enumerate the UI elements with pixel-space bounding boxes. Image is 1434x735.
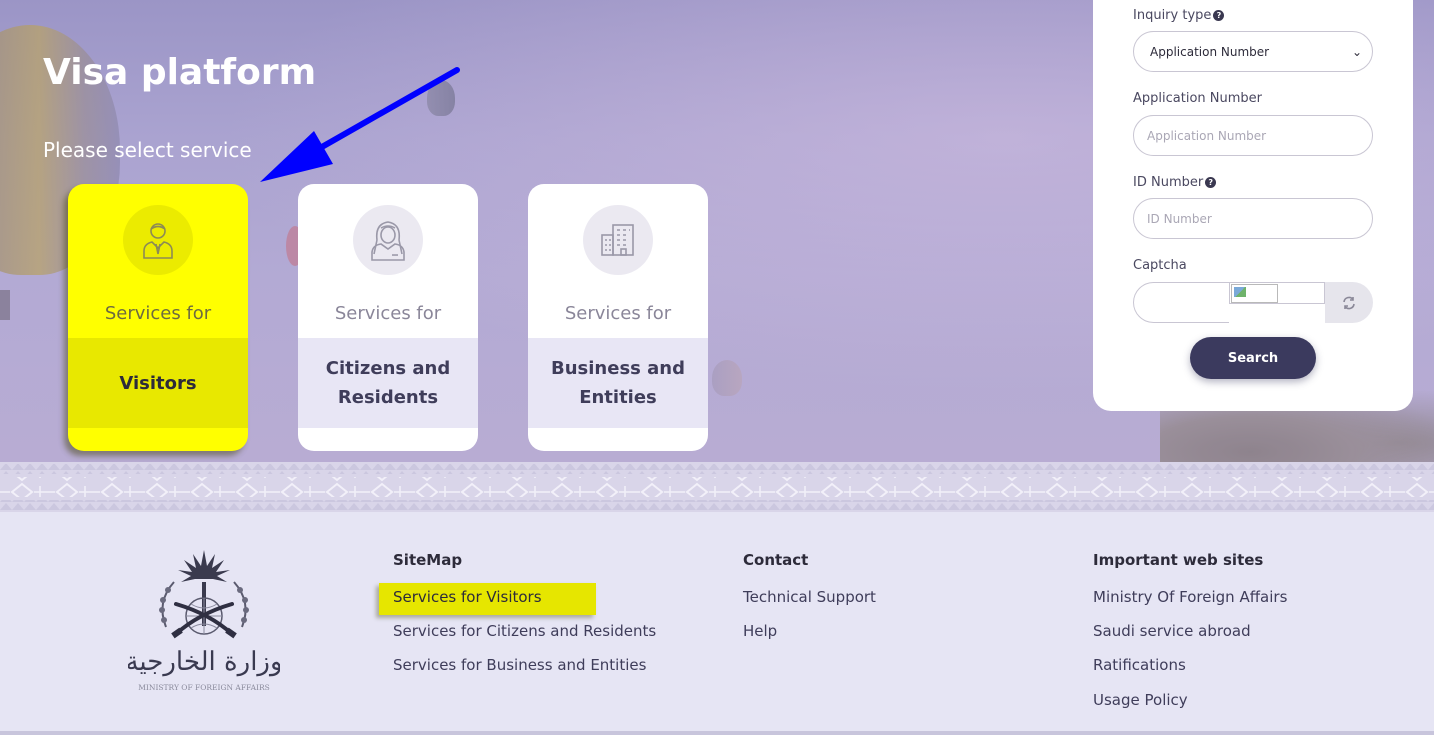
service-card-name: Citizens and Residents: [298, 338, 478, 428]
service-card-name-line: Business and: [551, 358, 685, 379]
refresh-icon: [1343, 296, 1355, 309]
citizen-icon: [353, 205, 423, 275]
footer-link-visitors[interactable]: Services for Visitors: [379, 583, 596, 615]
inquiry-type-select[interactable]: Application Number ⌄: [1133, 31, 1373, 72]
service-card-prefix: Services for: [334, 303, 442, 324]
logo-arabic-text: وزارة الخارجية: [128, 647, 280, 677]
footer-link-usage-policy[interactable]: Usage Policy: [1093, 691, 1188, 709]
help-icon[interactable]: ?: [1213, 10, 1225, 21]
service-card-visitors[interactable]: Services for Visitors: [68, 184, 248, 451]
broken-image-icon: [1231, 284, 1278, 303]
inquiry-type-label-text: Inquiry type: [1133, 8, 1212, 23]
service-card-name: Business and Entities: [528, 338, 708, 428]
footer-link-ratifications[interactable]: Ratifications: [1093, 656, 1186, 674]
footer-link-business[interactable]: Services for Business and Entities: [393, 656, 646, 674]
decorative-pattern-strip: [0, 462, 1434, 512]
hot-air-balloon-image: [712, 360, 742, 396]
building-icon: [583, 205, 653, 275]
inquiry-type-value: Application Number: [1150, 44, 1270, 59]
application-number-input[interactable]: Application Number: [1133, 115, 1373, 156]
id-number-label: ID Number?: [1133, 175, 1217, 190]
logo-english-text: MINISTRY OF FOREIGN AFFAIRS: [138, 683, 270, 692]
footer-link-help[interactable]: Help: [743, 622, 777, 640]
chevron-down-icon: ⌄: [1351, 44, 1362, 59]
service-card-prefix: Services for: [104, 303, 212, 324]
captcha-input[interactable]: [1133, 282, 1229, 323]
inquiry-type-label: Inquiry type?: [1133, 8, 1225, 23]
visitor-icon: [123, 205, 193, 275]
id-number-input[interactable]: ID Number: [1133, 198, 1373, 239]
service-card-name-line: Citizens and: [325, 358, 451, 379]
sitemap-title: SiteMap: [393, 551, 463, 569]
application-number-label: Application Number: [1133, 91, 1262, 106]
service-card-business[interactable]: Services for Business and Entities: [528, 184, 708, 451]
footer-link-citizens[interactable]: Services for Citizens and Residents: [393, 622, 656, 640]
service-card-name-line: Residents: [337, 387, 439, 408]
footer-bottom-bar: [0, 731, 1434, 735]
service-card-name-line: Entities: [579, 387, 657, 408]
service-card-name: Visitors: [68, 338, 248, 428]
annotation-arrow-icon: [260, 67, 460, 182]
id-number-label-text: ID Number: [1133, 175, 1204, 190]
balloon-basket-image: [0, 290, 10, 320]
search-button[interactable]: Search: [1190, 337, 1316, 379]
captcha-image: [1229, 282, 1325, 304]
footer-link-technical-support[interactable]: Technical Support: [743, 588, 876, 606]
important-sites-title: Important web sites: [1093, 551, 1264, 569]
service-card-prefix: Services for: [564, 303, 672, 324]
captcha-label: Captcha: [1133, 258, 1187, 273]
footer-link-mofa[interactable]: Ministry Of Foreign Affairs: [1093, 588, 1287, 606]
footer-link-saudi-service-abroad[interactable]: Saudi service abroad: [1093, 622, 1251, 640]
ministry-logo: وزارة الخارجية MINISTRY OF FOREIGN AFFAI…: [128, 550, 280, 692]
help-icon[interactable]: ?: [1205, 177, 1217, 188]
service-card-citizens[interactable]: Services for Citizens and Residents: [298, 184, 478, 451]
refresh-captcha-button[interactable]: [1325, 282, 1373, 323]
contact-title: Contact: [743, 551, 809, 569]
